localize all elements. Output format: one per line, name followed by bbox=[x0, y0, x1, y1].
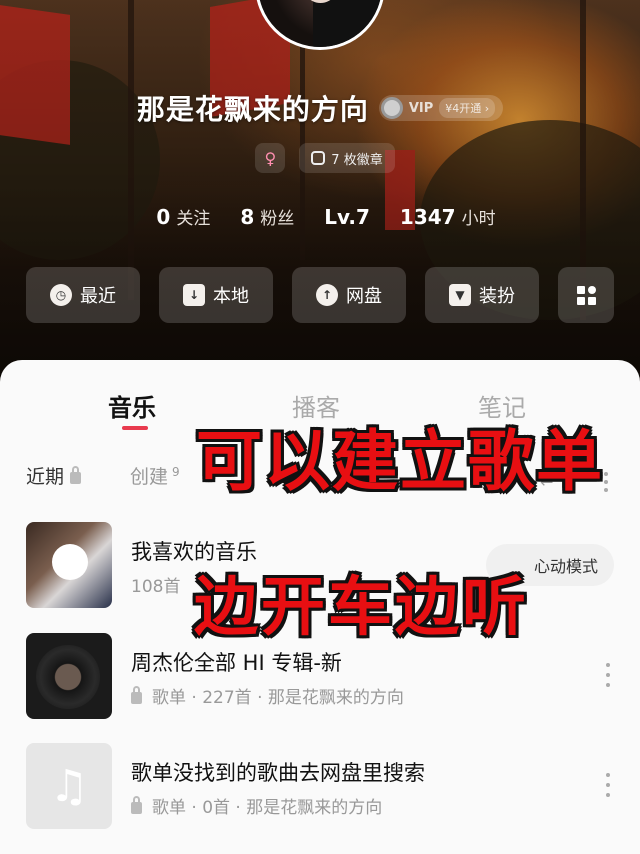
stat-following[interactable]: 0 关注 bbox=[156, 204, 210, 229]
profile-header-background bbox=[0, 0, 640, 380]
profile-stats: 0 关注 8 粉丝 Lv.7 1347 小时 bbox=[0, 204, 640, 238]
badge-row: ♀ 7 枚徽章 bbox=[0, 143, 640, 175]
playlist-meta: 108首 bbox=[131, 577, 181, 597]
tab-music[interactable]: 音乐 bbox=[108, 388, 156, 423]
playlist-meta: 歌单 · 227首 · 那是花飘来的方向 bbox=[152, 688, 404, 708]
quick-button-label: 最近 bbox=[80, 286, 116, 307]
quick-button-label: 网盘 bbox=[346, 286, 382, 307]
subtab-recent[interactable]: 近期 bbox=[26, 462, 82, 489]
overlay-caption-2: 边开车边听 bbox=[194, 571, 529, 645]
more-options-icon[interactable] bbox=[606, 663, 612, 687]
grid-icon bbox=[576, 285, 596, 305]
stat-followers[interactable]: 8 粉丝 bbox=[240, 204, 294, 229]
download-icon: ↓ bbox=[183, 284, 205, 306]
quick-button-more[interactable] bbox=[558, 267, 614, 323]
quick-button-cloud[interactable]: ↑ 网盘 bbox=[292, 267, 406, 323]
list-item[interactable]: ♫ 歌单没找到的歌曲去网盘里搜索 歌单 · 0首 · 那是花飘来的方向 bbox=[26, 743, 616, 829]
subtab-recent-label: 近期 bbox=[26, 466, 65, 488]
stat-listen-hours[interactable]: 1347 小时 bbox=[400, 204, 496, 229]
cloud-upload-icon: ↑ bbox=[316, 284, 338, 306]
active-tab-indicator bbox=[122, 426, 148, 430]
username[interactable]: 那是花飘来的方向 bbox=[137, 88, 369, 128]
profile-name-row: 那是花飘来的方向 VIP ¥4开通 › bbox=[0, 86, 640, 130]
playlist-title: 歌单没找到的歌曲去网盘里搜索 bbox=[131, 761, 425, 785]
more-options-icon[interactable] bbox=[604, 472, 610, 492]
quick-button-dressup[interactable]: ▼ 装扮 bbox=[425, 267, 539, 323]
more-options-icon[interactable] bbox=[606, 773, 612, 797]
playlist-cover bbox=[26, 522, 112, 608]
subtab-created[interactable]: 创建 9 bbox=[130, 462, 180, 489]
clock-icon: ◷ bbox=[50, 284, 72, 306]
quick-button-recent[interactable]: ◷ 最近 bbox=[26, 267, 140, 323]
subtab-created-count: 9 bbox=[172, 464, 180, 479]
playlist-meta-row: 歌单 · 227首 · 那是花飘来的方向 bbox=[131, 683, 404, 708]
stat-followers-label: 粉丝 bbox=[260, 209, 295, 229]
medal-button[interactable]: 7 枚徽章 bbox=[299, 143, 395, 173]
stat-following-label: 关注 bbox=[176, 209, 211, 229]
medal-label: 7 枚徽章 bbox=[331, 152, 383, 168]
quick-button-local[interactable]: ↓ 本地 bbox=[159, 267, 273, 323]
lock-icon bbox=[131, 686, 142, 704]
stat-level-value: Lv.7 bbox=[324, 205, 370, 229]
playlist-title: 周杰伦全部 HI 专辑-新 bbox=[131, 651, 342, 675]
quick-button-label: 本地 bbox=[213, 286, 249, 307]
playlist-cover bbox=[26, 633, 112, 719]
stat-hours-label: 小时 bbox=[461, 209, 496, 229]
shirt-icon: ▼ bbox=[449, 284, 471, 306]
vip-price-button[interactable]: ¥4开通 › bbox=[439, 98, 496, 118]
playlist-meta-row: 歌单 · 0首 · 那是花飘来的方向 bbox=[131, 793, 382, 818]
vip-badge[interactable]: VIP ¥4开通 › bbox=[378, 95, 504, 121]
vip-label: VIP bbox=[408, 100, 434, 116]
quick-button-label: 装扮 bbox=[479, 286, 515, 307]
playlist-meta: 歌单 · 0首 · 那是花飘来的方向 bbox=[152, 798, 383, 818]
stat-hours-count: 1347 bbox=[399, 205, 456, 229]
vip-level-icon bbox=[380, 97, 403, 119]
medal-icon bbox=[311, 151, 326, 165]
lock-icon bbox=[70, 465, 82, 484]
overlay-caption-1: 可以建立歌单 bbox=[196, 423, 604, 500]
stat-following-count: 0 bbox=[156, 205, 171, 229]
stat-followers-count: 8 bbox=[240, 205, 255, 229]
gender-female-icon: ♀ bbox=[255, 143, 286, 173]
music-note-icon: ♫ bbox=[26, 743, 112, 829]
subtab-created-label: 创建 bbox=[130, 466, 169, 488]
stat-level[interactable]: Lv.7 bbox=[324, 205, 370, 229]
lock-icon bbox=[131, 796, 142, 814]
